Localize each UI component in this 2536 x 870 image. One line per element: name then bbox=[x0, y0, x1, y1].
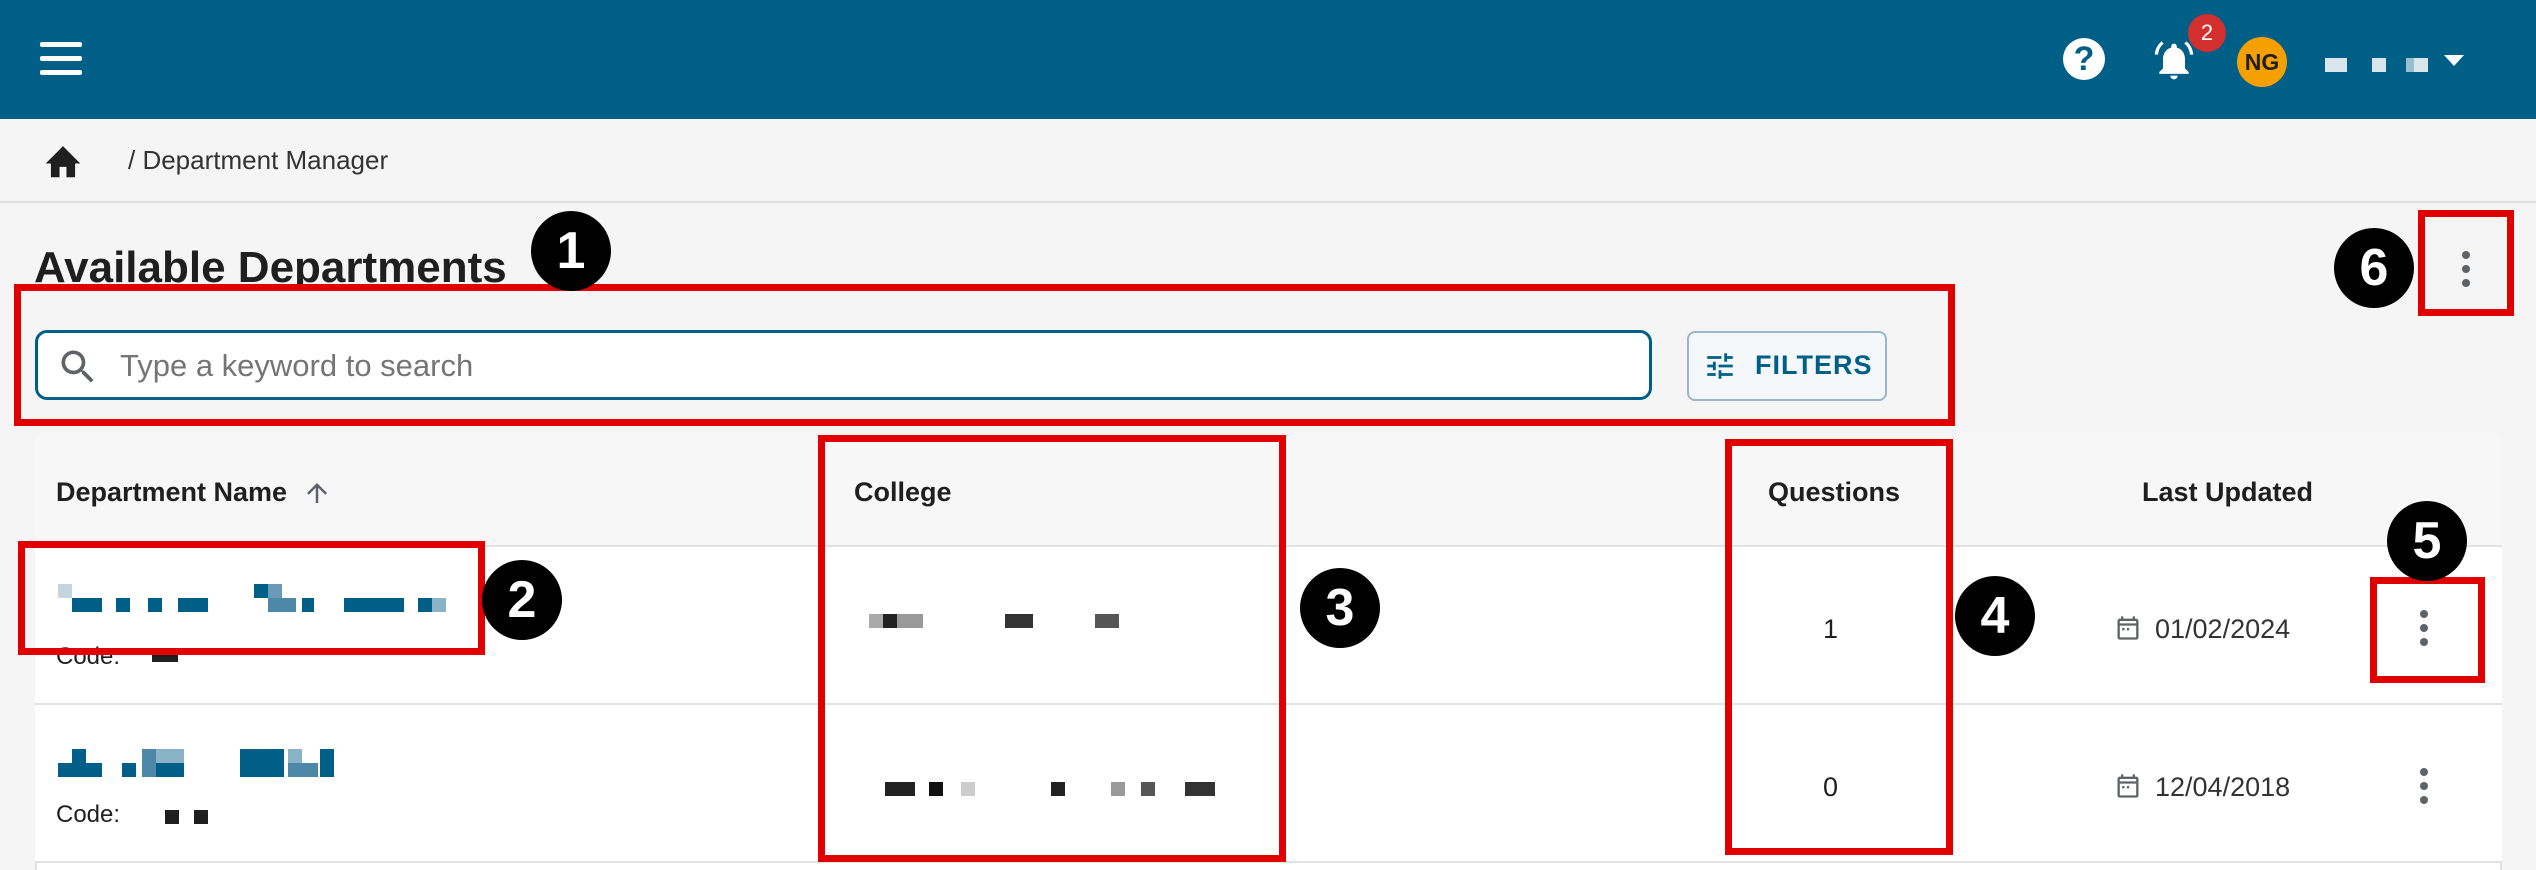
calendar-icon bbox=[2117, 616, 2139, 640]
department-code-value-part bbox=[194, 810, 208, 824]
annotation-marker-1: 1 bbox=[531, 211, 611, 291]
hamburger-menu-icon[interactable] bbox=[40, 42, 82, 75]
column-header-department-name[interactable]: Department Name bbox=[56, 477, 287, 508]
breadcrumb-current: / Department Manager bbox=[128, 145, 389, 175]
annotation-marker-4: 4 bbox=[1955, 576, 2035, 656]
last-updated-date: 01/02/2024 bbox=[2155, 614, 2291, 644]
page-options-menu-button[interactable] bbox=[2418, 210, 2514, 316]
user-menu-caret-icon[interactable] bbox=[2444, 55, 2464, 66]
annotation-marker-2: 2 bbox=[482, 560, 562, 640]
notification-count-badge: 2 bbox=[2188, 14, 2226, 52]
more-vert-icon bbox=[2462, 251, 2470, 293]
notifications-bell-icon[interactable] bbox=[2152, 38, 2196, 84]
last-updated-date: 12/04/2018 bbox=[2155, 772, 2291, 802]
annotation-marker-6: 6 bbox=[2334, 228, 2414, 308]
arrow-up-icon[interactable] bbox=[302, 477, 332, 509]
annotation-marker-5: 5 bbox=[2387, 501, 2467, 581]
highlight-college-column bbox=[818, 435, 1286, 862]
help-icon[interactable]: ? bbox=[2063, 38, 2105, 80]
highlight-search-area bbox=[14, 284, 1955, 426]
column-header-last-updated[interactable]: Last Updated bbox=[2142, 477, 2313, 508]
row-actions-more-vert-icon[interactable] bbox=[2420, 768, 2428, 810]
department-code-label: Code: bbox=[56, 801, 121, 828]
department-code-value bbox=[165, 810, 179, 824]
home-icon[interactable] bbox=[42, 141, 84, 179]
highlight-questions-column bbox=[1725, 439, 1953, 855]
user-avatar[interactable]: NG bbox=[2237, 37, 2287, 87]
highlight-row-actions bbox=[2370, 577, 2485, 683]
department-name-link[interactable] bbox=[58, 749, 358, 779]
calendar-icon bbox=[2117, 774, 2139, 798]
highlight-department-name bbox=[18, 541, 485, 655]
annotation-marker-3: 3 bbox=[1300, 568, 1380, 648]
